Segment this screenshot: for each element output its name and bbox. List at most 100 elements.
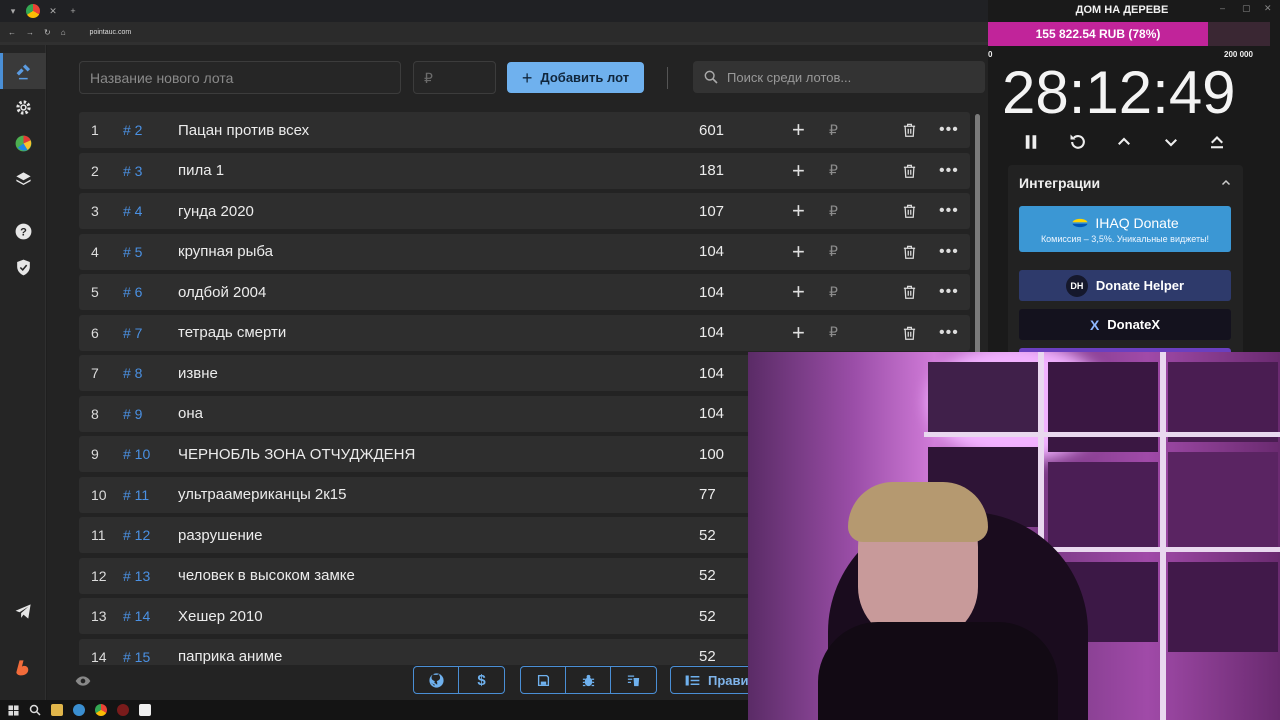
sidebar-item-privacy[interactable] [0, 249, 46, 285]
url-text[interactable]: pointauc.com [90, 29, 132, 36]
pause-button[interactable] [1019, 130, 1043, 154]
lot-id[interactable]: # 6 [123, 284, 142, 300]
lot-name[interactable]: пила 1 [178, 162, 224, 179]
close-tab-icon[interactable]: ✕ [46, 4, 60, 18]
sidebar-item-stats[interactable] [0, 125, 46, 161]
more-options-icon[interactable]: ••• [939, 324, 959, 342]
forward-icon[interactable]: → [26, 28, 34, 37]
app-icon[interactable] [139, 704, 151, 716]
lot-name[interactable]: тетрадь смерти [178, 324, 286, 341]
sidebar-item-telegram[interactable] [0, 593, 46, 629]
minimize-icon[interactable]: – [1220, 3, 1225, 13]
lot-name[interactable]: Пацан против всех [178, 122, 309, 139]
lot-name[interactable]: она [178, 405, 203, 422]
trash-icon[interactable] [902, 284, 917, 300]
sidebar-item-layers[interactable] [0, 161, 46, 197]
sidebar-item-auction[interactable] [0, 53, 46, 89]
lot-name[interactable]: крупная рыба [178, 243, 273, 260]
save-button[interactable] [521, 667, 566, 693]
donatex-card[interactable]: X DonateX [1019, 309, 1231, 340]
more-options-icon[interactable]: ••• [939, 162, 959, 180]
lot-id[interactable]: # 3 [123, 163, 142, 179]
home-icon[interactable]: ⌂ [61, 28, 66, 37]
lot-id[interactable]: # 5 [123, 244, 142, 260]
ihaq-donate-card[interactable]: IHAQ Donate Комиссия – 3,5%. Уникальные … [1019, 206, 1231, 252]
chrome-icon[interactable] [95, 704, 107, 716]
lot-row[interactable]: 2 # 3 пила 1 181 + ₽ ••• [79, 152, 970, 189]
more-options-icon[interactable]: ••• [939, 283, 959, 301]
lot-name[interactable]: человек в высоком замке [178, 567, 355, 584]
lot-name[interactable]: гунда 2020 [178, 203, 254, 220]
lot-row[interactable]: 4 # 5 крупная рыба 104 + ₽ ••• [79, 233, 970, 270]
sidebar-item-settings[interactable] [0, 89, 46, 125]
subtract-time-button[interactable] [1159, 130, 1183, 154]
ruble-icon[interactable]: ₽ [829, 122, 838, 139]
trash-icon[interactable] [902, 244, 917, 260]
lot-name[interactable]: извне [178, 365, 218, 382]
new-tab-icon[interactable]: + [66, 4, 80, 18]
windows-start-icon[interactable] [8, 704, 19, 716]
trash-icon[interactable] [902, 325, 917, 341]
add-amount-icon[interactable]: + [792, 240, 805, 263]
lot-id[interactable]: # 13 [123, 568, 150, 584]
lot-id[interactable]: # 7 [123, 325, 142, 341]
ruble-icon[interactable]: ₽ [829, 162, 838, 179]
lot-search[interactable] [693, 61, 985, 93]
lot-id[interactable]: # 11 [123, 487, 149, 503]
add-amount-icon[interactable]: + [792, 321, 805, 344]
eye-icon[interactable] [75, 675, 91, 687]
add-amount-icon[interactable]: + [792, 119, 805, 141]
more-options-icon[interactable]: ••• [939, 202, 959, 220]
bug-report-button[interactable] [566, 667, 611, 693]
lot-name[interactable]: ЧЕРНОБЛЬ ЗОНА ОТЧУДЖДЕНЯ [178, 446, 415, 463]
lot-id[interactable]: # 8 [123, 365, 142, 381]
obs-icon[interactable] [117, 704, 129, 716]
back-icon[interactable]: ← [8, 28, 16, 37]
lot-row[interactable]: 5 # 6 олдбой 2004 104 + ₽ ••• [79, 274, 970, 310]
edge-icon[interactable] [73, 704, 85, 716]
more-options-icon[interactable]: ••• [939, 243, 959, 261]
github-button[interactable] [414, 667, 459, 693]
trash-icon[interactable] [902, 203, 917, 219]
lot-id[interactable]: # 12 [123, 527, 150, 543]
file-explorer-icon[interactable] [51, 704, 63, 716]
lot-row[interactable]: 3 # 4 гунда 2020 107 + ₽ ••• [79, 193, 970, 229]
lot-id[interactable]: # 2 [123, 122, 142, 138]
lot-name[interactable]: разрушение [178, 527, 262, 544]
trash-icon[interactable] [902, 163, 917, 179]
lot-id[interactable]: # 10 [123, 446, 150, 462]
add-amount-icon[interactable]: + [792, 200, 805, 222]
sidebar-item-help[interactable]: ? [0, 213, 46, 249]
reload-icon[interactable]: ↻ [44, 28, 51, 37]
lot-name[interactable]: олдбой 2004 [178, 284, 266, 301]
search-taskbar-icon[interactable] [29, 704, 41, 716]
trash-icon[interactable] [902, 122, 917, 138]
lot-amount-input[interactable] [413, 61, 496, 94]
lot-id[interactable]: # 14 [123, 608, 150, 624]
add-time-button[interactable] [1112, 130, 1136, 154]
reset-timer-button[interactable] [1066, 130, 1090, 154]
ruble-icon[interactable]: ₽ [829, 324, 838, 341]
lot-name[interactable]: Хешер 2010 [178, 608, 263, 625]
donate-button[interactable]: $ [459, 667, 504, 693]
more-options-icon[interactable]: ••• [939, 121, 959, 139]
donate-helper-card[interactable]: DH Donate Helper [1019, 270, 1231, 301]
ruble-icon[interactable]: ₽ [829, 203, 838, 220]
browser-tab-favicon[interactable] [26, 4, 40, 18]
lot-name[interactable]: ультраамериканцы 2к15 [178, 486, 347, 503]
collapse-icon[interactable] [1220, 177, 1232, 189]
lot-id[interactable]: # 9 [123, 406, 142, 422]
rules-button[interactable]: Прави [670, 666, 760, 694]
search-input[interactable] [727, 69, 967, 85]
double-time-button[interactable] [1205, 130, 1229, 154]
add-lot-button[interactable]: + Добавить лот [507, 62, 644, 93]
ruble-icon[interactable]: ₽ [829, 243, 838, 260]
lot-row[interactable]: 1 # 2 Пацан против всех 601 + ₽ ••• [79, 112, 970, 148]
clear-all-button[interactable] [611, 667, 656, 693]
lot-name-input[interactable] [79, 61, 401, 94]
lot-id[interactable]: # 4 [123, 203, 142, 219]
lot-row[interactable]: 6 # 7 тетрадь смерти 104 + ₽ ••• [79, 314, 970, 351]
maximize-icon[interactable]: ▢ [1242, 3, 1251, 14]
sidebar-item-boosty[interactable] [0, 649, 46, 685]
add-amount-icon[interactable]: + [792, 159, 805, 182]
